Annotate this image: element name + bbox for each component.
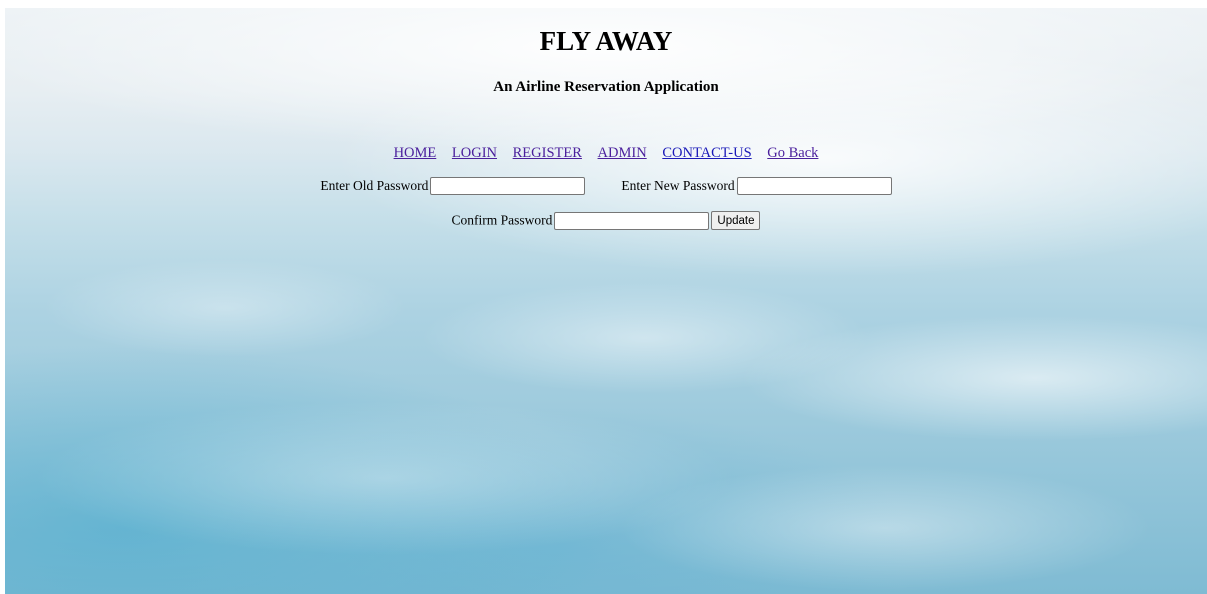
confirm-password-label: Confirm Password <box>451 212 553 228</box>
nav-link-contact-us[interactable]: CONTACT-US <box>662 145 751 161</box>
password-row-2: Confirm Password Update <box>5 211 1207 230</box>
page-title: FLY AWAY <box>539 26 673 56</box>
nav-link-register[interactable]: REGISTER <box>513 145 582 161</box>
nav-link-go-back[interactable]: Go Back <box>767 145 818 161</box>
confirm-password-input[interactable] <box>554 211 710 230</box>
page-background: FLY AWAY An Airline Reservation Applicat… <box>5 8 1207 594</box>
update-button[interactable]: Update <box>711 211 761 230</box>
new-password-label: Enter New Password <box>621 178 735 193</box>
password-row-1: Enter Old Password Enter New Password <box>5 177 1207 195</box>
old-password-label: Enter Old Password <box>320 178 429 193</box>
page-subtitle: An Airline Reservation Application <box>493 79 719 95</box>
nav-bar: HOME LOGIN REGISTER ADMIN CONTACT-US Go … <box>5 145 1207 162</box>
nav-link-login[interactable]: LOGIN <box>452 145 497 161</box>
nav-link-admin[interactable]: ADMIN <box>598 145 647 161</box>
new-password-input[interactable] <box>736 177 892 195</box>
old-password-input[interactable] <box>430 177 586 195</box>
nav-link-home[interactable]: HOME <box>394 145 437 161</box>
